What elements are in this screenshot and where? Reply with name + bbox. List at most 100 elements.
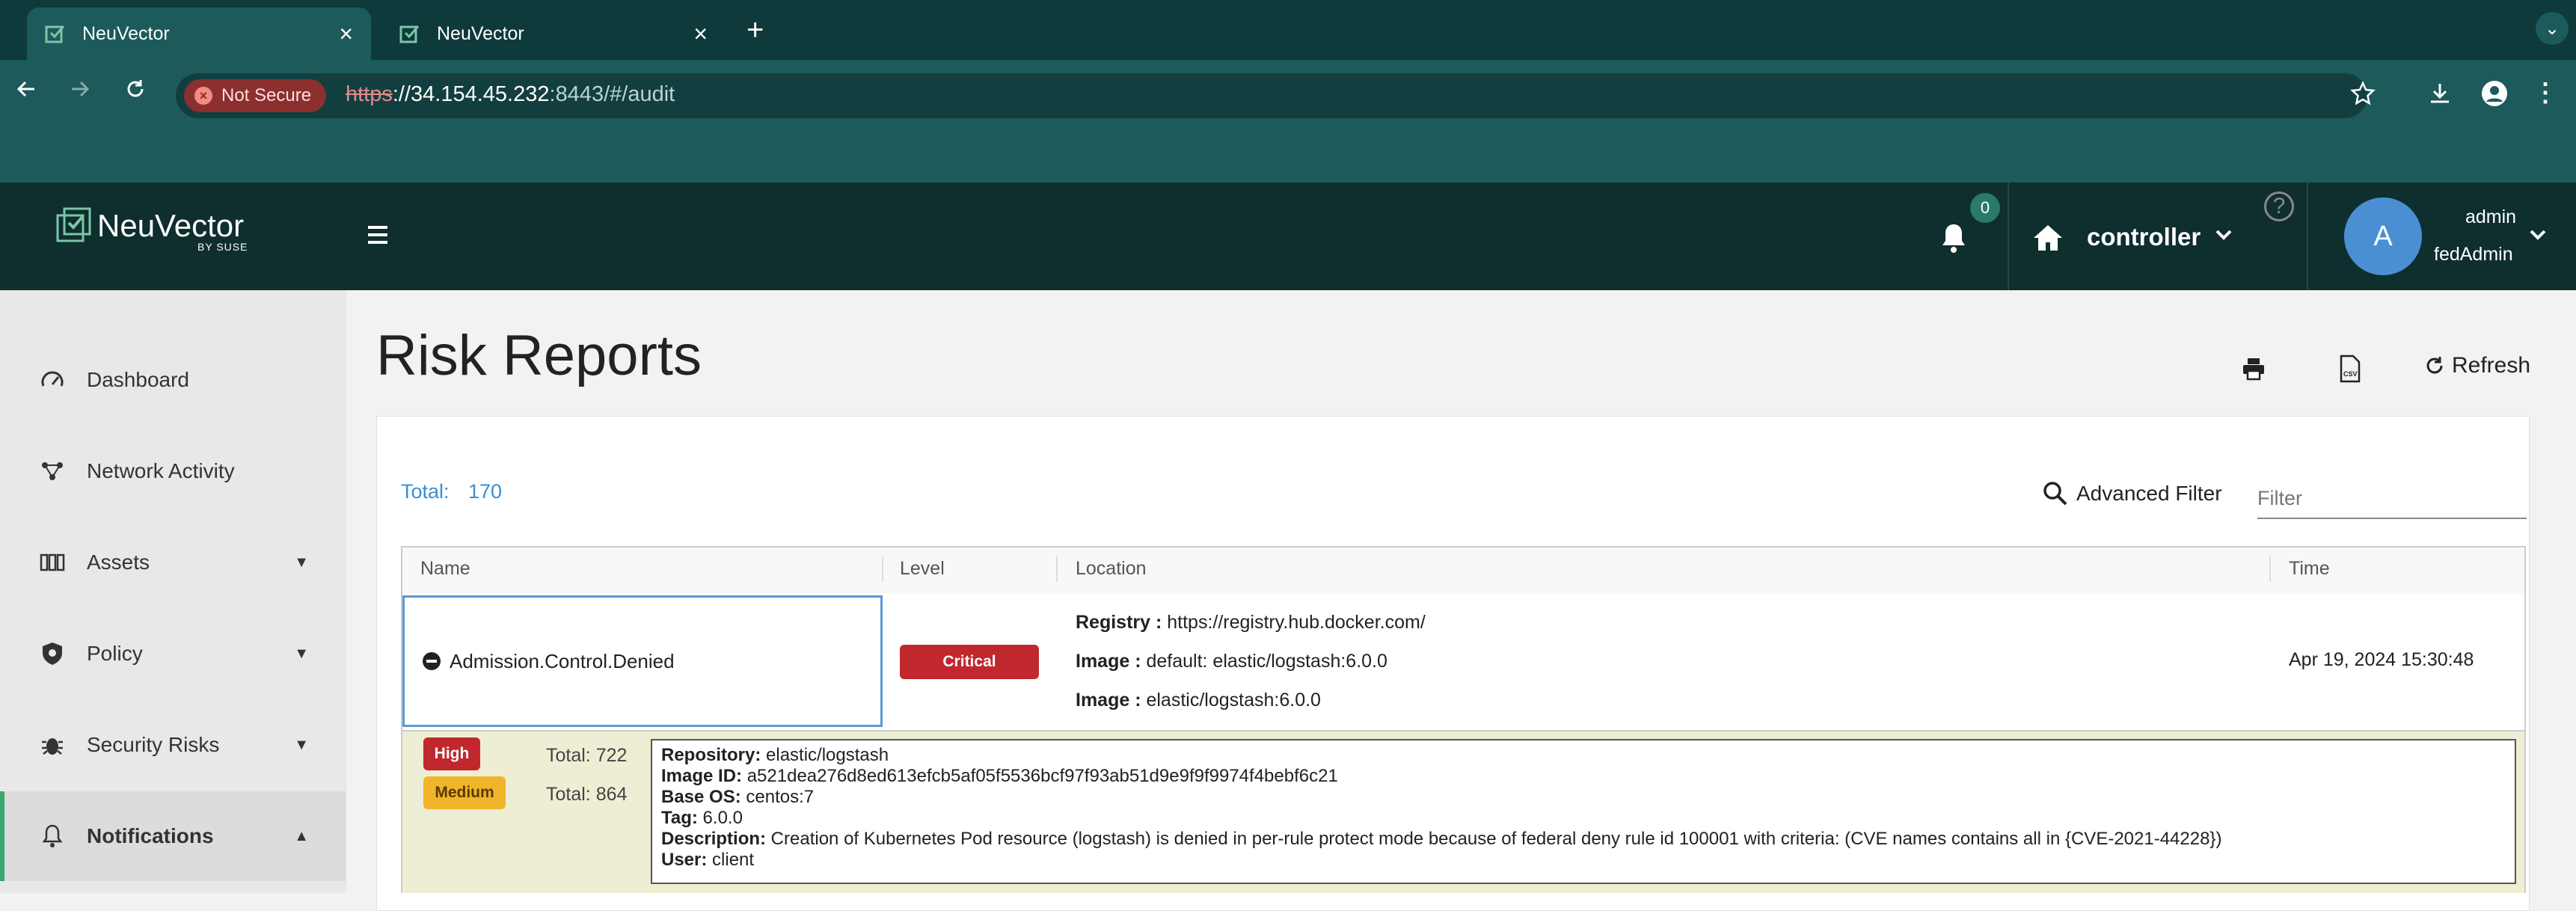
profile-icon[interactable] <box>2480 79 2509 111</box>
column-header-time[interactable]: Time <box>2289 558 2330 580</box>
close-tab-icon[interactable]: × <box>693 20 708 48</box>
security-label: Not Secure <box>221 85 312 105</box>
brand-sub: BY SUSE <box>197 241 248 253</box>
network-icon <box>37 456 67 486</box>
name-cell[interactable]: Admission.Control.Denied <box>402 595 883 727</box>
column-header-location[interactable]: Location <box>1076 558 1147 580</box>
help-icon[interactable]: ? <box>2264 191 2294 221</box>
url-host: ://34.154.45.232 <box>392 82 550 106</box>
username: admin <box>2465 206 2517 227</box>
detail-description: Description: Creation of Kubernetes Pod … <box>661 829 2506 850</box>
detail-base-os: Base OS: centos:7 <box>661 787 2506 808</box>
new-tab-button[interactable]: + <box>746 13 764 47</box>
medium-total: Total: 864 <box>546 784 628 805</box>
tab-search-button[interactable]: ⌄ <box>2536 12 2569 45</box>
cluster-selector[interactable]: controller <box>2087 223 2201 251</box>
page-title: Risk Reports <box>376 324 702 387</box>
detail-repository: Repository: elastic/logstash <box>661 745 2506 766</box>
browser-tab-1[interactable]: NeuVector × <box>27 7 371 60</box>
close-tab-icon[interactable]: × <box>339 20 353 48</box>
assets-icon <box>37 547 67 577</box>
brand-name: NeuVector <box>97 208 245 243</box>
advanced-filter-button[interactable]: Advanced Filter <box>2042 480 2222 507</box>
tab-title: NeuVector <box>82 22 170 44</box>
notification-bell-icon[interactable] <box>1939 221 1969 258</box>
reload-icon <box>127 80 144 97</box>
detail-value: Creation of Kubernetes Pod resource (log… <box>766 829 2222 849</box>
bug-icon <box>37 730 67 760</box>
chevron-down-icon[interactable] <box>2214 224 2233 249</box>
shield-icon <box>37 639 67 669</box>
tab-title: NeuVector <box>437 22 524 44</box>
table-header <box>402 547 2524 595</box>
detail-value: a521dea276d8ed613efcb5af05f5536bcf97f93a… <box>742 766 1338 786</box>
browser-tab-2[interactable]: NeuVector × <box>381 7 726 60</box>
sidebar-item-label: Security Risks <box>87 733 220 756</box>
bell-icon <box>37 821 67 851</box>
detail-value: client <box>707 850 755 870</box>
total-value: 170 <box>468 480 503 503</box>
location-key: Registry : <box>1076 612 1162 633</box>
detail-key: Base OS: <box>661 787 741 807</box>
column-header-name[interactable]: Name <box>420 558 470 580</box>
avatar[interactable]: A <box>2344 197 2422 275</box>
sidebar-item-label: Dashboard <box>87 368 189 391</box>
user-menu-chevron-icon[interactable] <box>2528 224 2548 249</box>
event-name: Admission.Control.Denied <box>450 649 675 672</box>
filter-input[interactable] <box>2257 479 2527 519</box>
svg-text:CSV: CSV <box>2343 370 2358 378</box>
url-text[interactable]: https://34.154.45.232:8443/#/audit <box>346 82 675 107</box>
csv-export-icon[interactable]: CSV <box>2337 355 2364 387</box>
detail-key: Repository: <box>661 745 761 765</box>
event-time: Apr 19, 2024 15:30:48 <box>2289 649 2474 670</box>
high-total: Total: 722 <box>546 745 628 766</box>
url-path: :8443/#/audit <box>549 82 675 106</box>
detail-key: Tag: <box>661 808 698 828</box>
location-value: default: elastic/logstash:6.0.0 <box>1141 651 1387 672</box>
home-icon[interactable] <box>2031 223 2064 257</box>
security-indicator[interactable]: × Not Secure <box>184 79 327 112</box>
user-role: fedAdmin <box>2434 244 2513 265</box>
url-scheme: https <box>346 82 393 106</box>
column-separator[interactable] <box>2269 556 2271 582</box>
bookmark-star-icon[interactable] <box>2350 80 2376 110</box>
sidebar-item-network-activity[interactable]: Network Activity <box>0 426 346 516</box>
refresh-label: Refresh <box>2452 353 2531 378</box>
caret-down-icon: ▼ <box>294 645 309 662</box>
neuvector-favicon <box>45 25 65 43</box>
download-icon[interactable] <box>2427 81 2453 110</box>
sidebar-item-security-risks[interactable]: Security Risks ▼ <box>0 700 346 790</box>
sidebar-item-policy[interactable]: Policy ▼ <box>0 609 346 699</box>
deny-icon <box>423 652 441 670</box>
detail-key: Image ID: <box>661 766 743 786</box>
sidebar-item-dashboard[interactable]: Dashboard <box>0 335 346 425</box>
column-header-level[interactable]: Level <box>900 558 945 580</box>
print-icon[interactable] <box>2241 356 2266 385</box>
back-button[interactable] <box>15 78 37 107</box>
sidebar-item-notifications[interactable]: Notifications ▲ <box>0 791 346 881</box>
caret-down-icon: ▼ <box>294 736 309 753</box>
advanced-filter-label: Advanced Filter <box>2076 482 2222 505</box>
reload-button[interactable] <box>124 78 147 107</box>
location-registry: Registry : https://registry.hub.docker.c… <box>1076 612 1426 634</box>
arrow-right-icon <box>72 81 90 97</box>
detail-key: User: <box>661 850 708 870</box>
column-separator[interactable] <box>882 556 883 582</box>
hamburger-menu-icon[interactable] <box>368 226 387 248</box>
severity-badge-medium: Medium <box>423 776 506 809</box>
caret-down-icon: ▼ <box>294 553 309 571</box>
location-key: Image : <box>1076 651 1141 672</box>
column-separator[interactable] <box>1056 556 1058 582</box>
browser-menu-icon[interactable]: ⋮ <box>2533 78 2558 108</box>
sidebar-item-assets[interactable]: Assets ▼ <box>0 518 346 607</box>
detail-tag: Tag: 6.0.0 <box>661 808 2506 829</box>
detail-value: elastic/logstash <box>761 745 889 765</box>
caret-up-icon: ▲ <box>294 827 309 844</box>
warning-icon: × <box>194 87 212 105</box>
location-value: elastic/logstash:6.0.0 <box>1141 690 1321 711</box>
forward-button[interactable] <box>69 78 91 107</box>
severity-badge-high: High <box>423 737 480 770</box>
sidebar-item-label: Network Activity <box>87 459 235 482</box>
refresh-button[interactable]: Refresh <box>2423 353 2530 378</box>
neuvector-favicon <box>399 25 420 43</box>
